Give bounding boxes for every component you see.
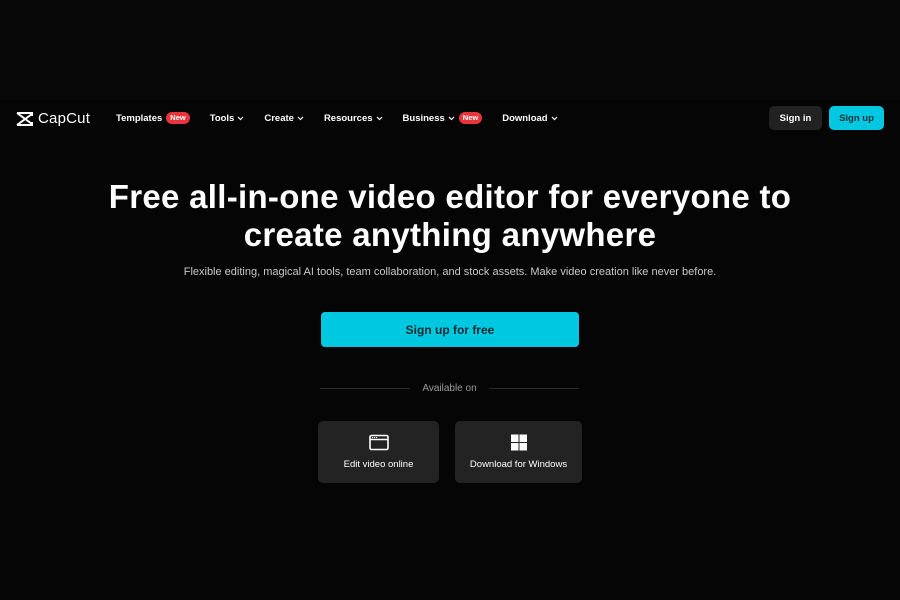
page: CapCut Templates New Tools Create Resour… <box>0 100 900 600</box>
available-on-divider: Available on <box>320 381 579 395</box>
menu-resources[interactable]: Resources <box>324 113 383 124</box>
divider-line <box>488 387 579 389</box>
menu-download[interactable]: Download <box>502 112 558 124</box>
chevron-down-icon <box>376 116 382 120</box>
new-badge: New <box>166 112 190 124</box>
menu-create[interactable]: Create <box>264 113 304 124</box>
menu-download-label: Download <box>502 112 548 124</box>
sign-up-free-button[interactable]: Sign up for free <box>321 312 579 347</box>
new-badge: New <box>458 112 483 124</box>
hero-title-line1: Free all-in-one video editor for everyon… <box>108 178 792 215</box>
menu-resources-label: Resources <box>323 112 373 124</box>
edit-video-online-label: Edit video online <box>343 459 414 470</box>
capcut-logo-icon <box>16 111 33 126</box>
menu-tools-label: Tools <box>209 112 235 124</box>
menu-business[interactable]: Business New <box>403 112 483 124</box>
available-on-label: Available on <box>422 382 477 394</box>
hero-title: Free all-in-one video editor for everyon… <box>0 178 900 254</box>
menu-tools[interactable]: Tools <box>210 113 245 124</box>
download-for-windows-card[interactable]: Download for Windows <box>455 421 582 483</box>
divider-line <box>320 387 411 389</box>
edit-video-online-card[interactable]: Edit video online <box>318 421 439 483</box>
top-blank-area <box>0 0 900 100</box>
chevron-down-icon <box>237 116 244 120</box>
download-for-windows-label: Download for Windows <box>469 459 568 470</box>
sign-in-button[interactable]: Sign in <box>769 106 822 130</box>
sign-up-button[interactable]: Sign up <box>829 106 884 130</box>
menu-create-label: Create <box>264 112 294 124</box>
windows-icon <box>510 434 527 451</box>
menu-templates-label: Templates <box>116 112 163 124</box>
capcut-logo[interactable]: CapCut <box>16 110 90 127</box>
hero-subtitle: Flexible editing, magical AI tools, team… <box>183 266 717 278</box>
chevron-down-icon <box>448 116 455 120</box>
hero-title-line2: create anything anywhere <box>243 216 657 253</box>
menu-business-label: Business <box>402 112 445 124</box>
browser-window-icon <box>368 434 389 451</box>
chevron-down-icon <box>551 116 558 120</box>
brand-name: CapCut <box>38 110 91 127</box>
chevron-down-icon <box>297 116 304 120</box>
menu-templates[interactable]: Templates New <box>116 112 190 124</box>
navbar: CapCut Templates New Tools Create Resour… <box>0 100 900 136</box>
main-menu: Templates New Tools Create Resources Bus… <box>116 100 578 136</box>
